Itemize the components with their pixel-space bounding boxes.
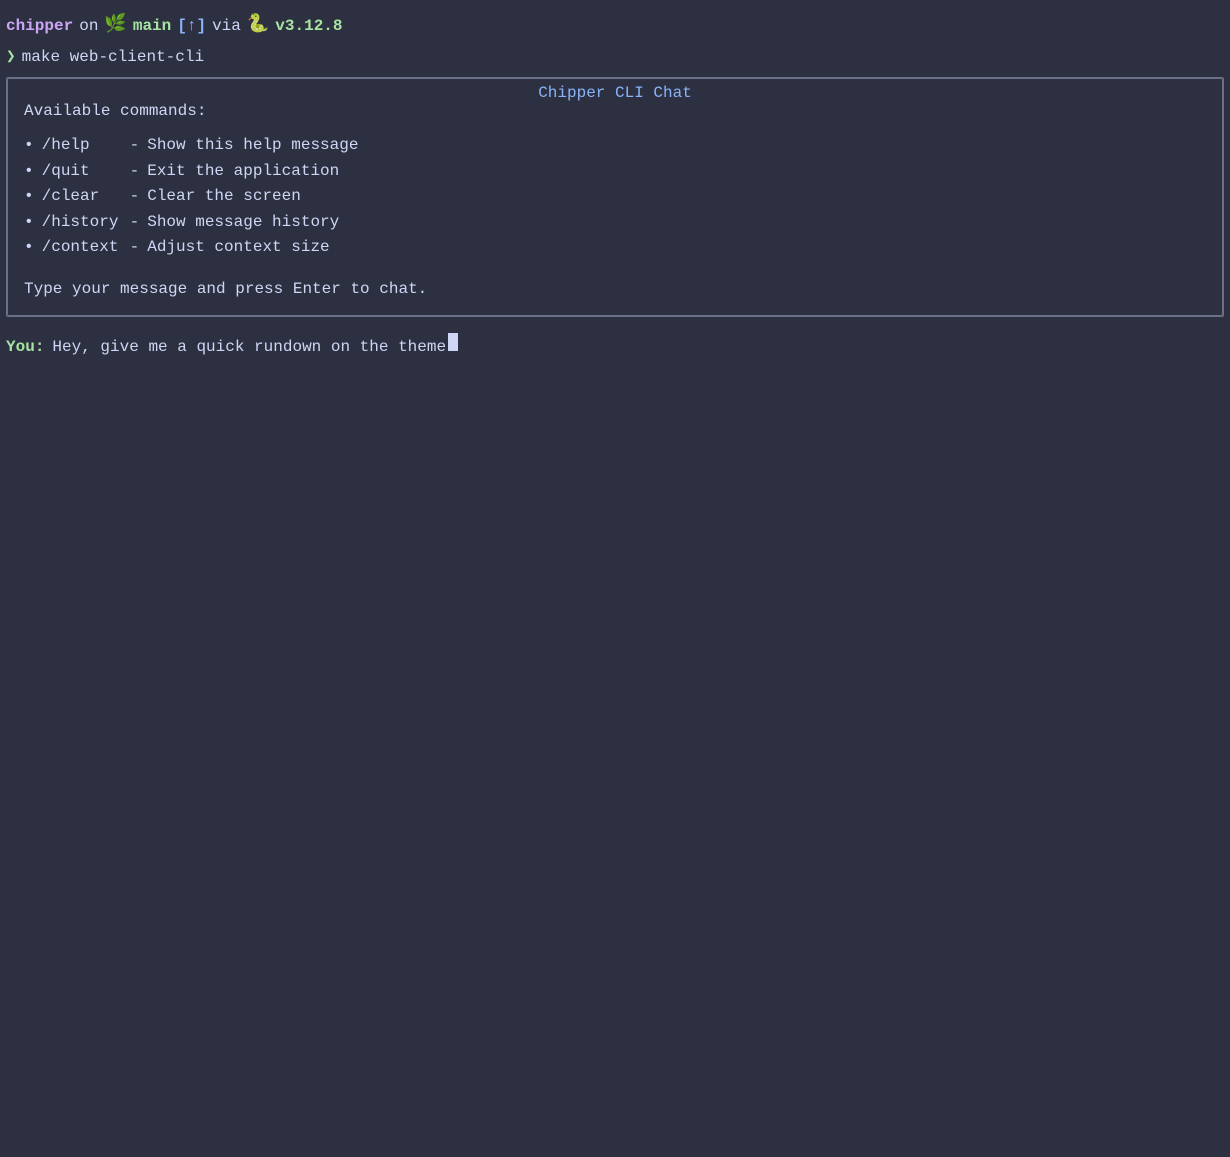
cmd-desc: Clear the screen [147,184,301,210]
cmd-name: /context [42,235,122,261]
chat-box-title: Chipper CLI Chat [528,81,702,105]
lang-icon: 🐍 [247,12,269,39]
bullet: • [24,133,34,159]
cmd-desc: Adjust context size [147,235,329,261]
on-text: on [79,14,98,38]
branch-icon: 🌿 [104,12,126,39]
prompt-command: make web-client-cli [22,45,204,69]
cmd-dash: - [130,133,140,159]
list-item: • /quit - Exit the application [24,159,1206,185]
prompt-arrow: ❯ [6,45,16,69]
chat-box-content: Chipper CLI Chat Available commands: • /… [7,78,1223,316]
text-cursor [448,333,458,351]
cmd-name: /help [42,133,122,159]
commands-list: • /help - Show this help message • /quit… [24,133,1206,261]
cmd-dash: - [130,235,140,261]
list-item: • /context - Adjust context size [24,235,1206,261]
cmd-desc: Show message history [147,210,339,236]
user-label: You [6,335,35,359]
list-item: • /help - Show this help message [24,133,1206,159]
cmd-dash: - [130,210,140,236]
user-message-text: Hey, give me a quick rundown on the them… [52,335,446,359]
bullet: • [24,184,34,210]
bullet: • [24,210,34,236]
list-item: • /clear - Clear the screen [24,184,1206,210]
prompt-line: ❯ make web-client-cli [0,43,1230,71]
cmd-desc: Exit the application [147,159,339,185]
cmd-dash: - [130,159,140,185]
user-message-line: You : Hey, give me a quick rundown on th… [0,317,1230,359]
cmd-name: /history [42,210,122,236]
cmd-dash: - [130,184,140,210]
top-bar: chipper on 🌿 main [↑] via 🐍 v3.12.8 [0,8,1230,43]
bullet: • [24,159,34,185]
sync-badge: [↑] [177,14,206,38]
chat-tip: Type your message and press Enter to cha… [24,277,1206,301]
version-label: v3.12.8 [275,14,342,38]
chat-box: Chipper CLI Chat Available commands: • /… [6,77,1224,317]
list-item: • /history - Show message history [24,210,1206,236]
cmd-name: /clear [42,184,122,210]
branch-name: main [133,14,171,38]
bullet: • [24,235,34,261]
hostname: chipper [6,14,73,38]
user-colon: : [35,335,45,359]
cmd-desc: Show this help message [147,133,358,159]
via-text: via [212,14,241,38]
cmd-name: /quit [42,159,122,185]
